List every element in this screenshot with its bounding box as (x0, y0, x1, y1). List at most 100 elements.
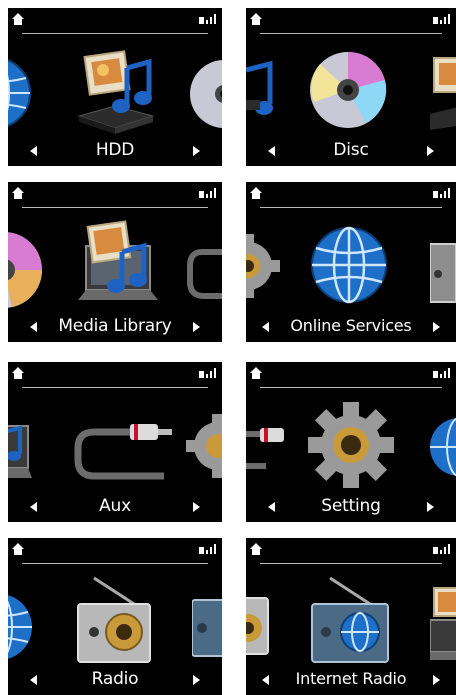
triangle-right-icon (427, 502, 434, 512)
aux-cable-icon[interactable] (246, 422, 288, 472)
gear-icon[interactable] (308, 402, 394, 488)
status-divider (22, 207, 208, 208)
menu-item-label: Media Library (58, 316, 172, 336)
music-note-icon[interactable] (246, 60, 280, 124)
home-icon (250, 187, 262, 199)
globe-icon[interactable] (310, 226, 388, 304)
menu-footer: Disc (246, 136, 456, 166)
signal-strength-icon (199, 544, 216, 554)
menu-footer: Aux (8, 492, 222, 522)
disc-menu-screen: Disc (246, 8, 456, 166)
disc-icon[interactable] (188, 58, 222, 130)
media-library-menu-screen: Media Library (8, 182, 222, 342)
status-bar (246, 538, 456, 566)
internet-radio-icon[interactable] (192, 594, 222, 658)
menu-footer: Setting (246, 492, 456, 522)
menu-item-label: Online Services (290, 316, 412, 335)
menu-item-label: Disc (333, 140, 369, 160)
status-divider (260, 33, 442, 34)
radio-icon[interactable] (74, 574, 154, 666)
gear-icon[interactable] (246, 234, 280, 298)
globe-icon[interactable] (428, 416, 456, 478)
aux-cable-icon[interactable] (70, 412, 174, 488)
icon-carousel[interactable] (8, 38, 222, 138)
signal-strength-icon (433, 188, 450, 198)
menu-footer: Online Services (246, 312, 456, 342)
status-bar (8, 538, 222, 566)
triangle-right-icon (193, 502, 200, 512)
status-bar (246, 182, 456, 210)
home-icon (12, 187, 24, 199)
menu-item-label: Radio (91, 669, 139, 689)
media-library-laptop-icon[interactable] (430, 582, 456, 664)
menu-footer: Media Library (8, 312, 222, 342)
signal-strength-icon (199, 368, 216, 378)
next-arrow-button[interactable] (188, 143, 204, 159)
menu-item-label: Internet Radio (295, 669, 407, 688)
home-icon (250, 13, 262, 25)
status-bar (246, 8, 456, 36)
disc-icon[interactable] (308, 50, 388, 130)
menu-item-label: HDD (95, 140, 135, 160)
home-icon (12, 13, 24, 25)
next-arrow-button[interactable] (188, 319, 204, 335)
icon-carousel[interactable] (246, 212, 456, 312)
home-icon (12, 543, 24, 555)
triangle-right-icon (433, 675, 440, 685)
gear-icon[interactable] (186, 414, 222, 478)
hdd-menu-screen: HDD (8, 8, 222, 166)
home-icon (12, 367, 24, 379)
status-bar (8, 8, 222, 36)
next-arrow-button[interactable] (188, 499, 204, 515)
status-divider (22, 563, 208, 564)
aux-cable-icon[interactable] (184, 242, 222, 302)
triangle-right-icon (193, 146, 200, 156)
triangle-right-icon (193, 675, 200, 685)
signal-strength-icon (433, 544, 450, 554)
disc-icon[interactable] (8, 230, 44, 310)
globe-icon[interactable] (8, 592, 34, 662)
triangle-right-icon (433, 322, 440, 332)
online-services-menu-screen: Online Services (246, 182, 456, 342)
triangle-right-icon (427, 146, 434, 156)
signal-strength-icon (433, 14, 450, 24)
menu-footer: Radio (8, 665, 222, 695)
next-arrow-button[interactable] (188, 672, 204, 688)
setting-menu-screen: Setting (246, 362, 456, 522)
status-divider (22, 33, 208, 34)
icon-carousel[interactable] (8, 568, 222, 668)
menu-footer: Internet Radio (246, 665, 456, 695)
menu-footer: HDD (8, 136, 222, 166)
status-bar (8, 182, 222, 210)
signal-strength-icon (433, 368, 450, 378)
status-divider (22, 387, 208, 388)
media-library-laptop-icon[interactable] (76, 218, 160, 310)
status-divider (260, 563, 442, 564)
globe-icon[interactable] (8, 56, 32, 130)
media-library-laptop-icon[interactable] (8, 406, 32, 486)
icon-carousel[interactable] (8, 392, 222, 492)
icon-carousel[interactable] (246, 392, 456, 492)
next-arrow-button[interactable] (422, 499, 438, 515)
icon-carousel[interactable] (8, 212, 222, 312)
radio-menu-screen: Radio (8, 538, 222, 695)
internet-radio-icon[interactable] (308, 574, 392, 666)
status-bar (246, 362, 456, 390)
hdd-music-icon[interactable] (73, 46, 157, 136)
status-divider (260, 207, 442, 208)
next-arrow-button[interactable] (428, 319, 444, 335)
hdd-music-icon[interactable] (430, 48, 456, 132)
signal-strength-icon (199, 14, 216, 24)
next-arrow-button[interactable] (422, 143, 438, 159)
status-bar (8, 362, 222, 390)
status-divider (260, 387, 442, 388)
signal-strength-icon (199, 188, 216, 198)
home-icon (250, 543, 262, 555)
home-icon (250, 367, 262, 379)
radio-icon[interactable] (246, 586, 272, 658)
icon-carousel[interactable] (246, 568, 456, 668)
next-arrow-button[interactable] (428, 672, 444, 688)
triangle-right-icon (193, 322, 200, 332)
icon-carousel[interactable] (246, 38, 456, 138)
radio-icon[interactable] (430, 234, 456, 304)
